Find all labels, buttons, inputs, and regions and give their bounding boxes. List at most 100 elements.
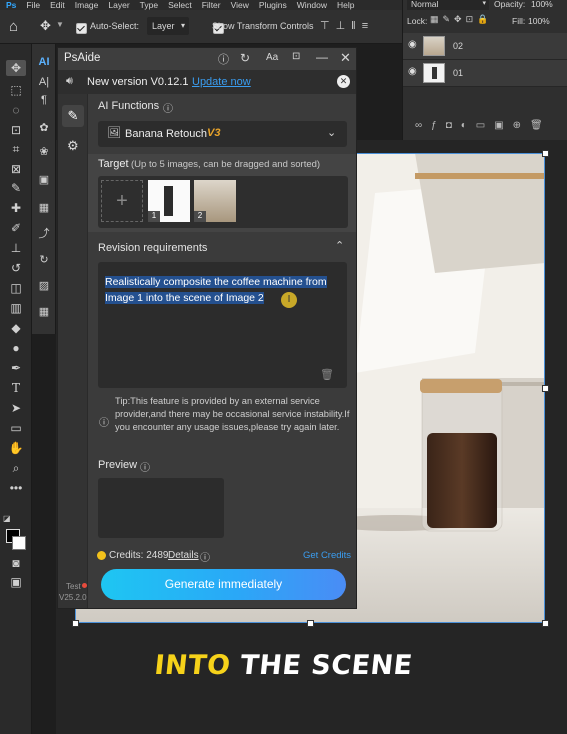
align-icons[interactable]: ⊤⊥‖≡ — [320, 19, 374, 32]
show-transform-label: Show Transform Controls — [212, 21, 314, 31]
tool-preset-chevron-icon[interactable]: ▼ — [56, 20, 64, 29]
move-tool-icon[interactable]: ✥ — [40, 18, 51, 34]
fill-value[interactable]: 100% — [528, 16, 550, 26]
target-image-thumbnail[interactable]: 2 — [194, 180, 236, 222]
target-image-thumbnail[interactable]: 1 — [148, 180, 190, 222]
layer-thumbnail — [423, 36, 445, 56]
layer-name: 01 — [453, 68, 464, 78]
minimize-icon[interactable]: — — [316, 50, 328, 64]
history-brush-icon[interactable]: ↺ — [6, 260, 26, 276]
lasso-tool-icon[interactable]: ◌ — [6, 102, 26, 118]
collapse-chevron-icon[interactable]: ⌃ — [335, 239, 344, 252]
paragraph-panel-icon[interactable]: ¶ — [35, 92, 53, 108]
blur-tool-icon[interactable]: ◆ — [6, 320, 26, 336]
healing-brush-icon[interactable]: ✚ — [6, 200, 26, 216]
adjustments-icon[interactable]: ✿ — [35, 120, 53, 136]
paths-icon[interactable]: ⤴ — [35, 226, 53, 242]
menu-filter[interactable]: Filter — [202, 0, 221, 10]
menu-select[interactable]: Select — [168, 0, 192, 10]
revision-textarea[interactable]: Realistically composite the coffee machi… — [98, 262, 347, 388]
swatches-icon[interactable]: ▦ — [35, 200, 53, 216]
opacity-value[interactable]: 100% — [531, 0, 553, 9]
layer-row[interactable]: ◉ 01 — [403, 60, 567, 87]
frame-tool-icon[interactable]: ⊠ — [6, 161, 26, 177]
transform-handle[interactable] — [72, 620, 79, 627]
revision-text[interactable]: Realistically composite the coffee machi… — [105, 274, 343, 306]
eraser-tool-icon[interactable]: ◫ — [6, 280, 26, 296]
rectangle-tool-icon[interactable]: ▭ — [6, 420, 26, 436]
visibility-eye-icon[interactable]: ◉ — [408, 39, 417, 50]
clone-stamp-icon[interactable]: ⊥ — [6, 240, 26, 256]
close-icon[interactable]: ✕ — [340, 50, 351, 66]
menu-image[interactable]: Image — [75, 0, 99, 10]
add-image-button[interactable]: + — [101, 180, 143, 222]
pen-tool-icon[interactable]: ✒ — [6, 360, 26, 376]
info-icon[interactable]: ⓘ — [140, 459, 150, 474]
refresh-icon[interactable]: ↻ — [240, 51, 250, 65]
properties-icon[interactable]: ▣ — [35, 172, 53, 188]
zoom-tool-icon[interactable]: ⌕ — [6, 460, 26, 476]
background-color-swatch[interactable] — [12, 536, 26, 550]
target-images-area[interactable]: + 1 2 — [98, 176, 348, 228]
layers-footer-icons[interactable]: ∞ƒ◘◐▭▣⊕🗑 — [415, 120, 552, 131]
color-panel-icon[interactable]: ❀ — [35, 144, 53, 160]
default-colors-icon[interactable]: ◪ — [3, 514, 11, 523]
character-panel-icon[interactable]: A| — [35, 74, 53, 90]
transform-handle[interactable] — [542, 150, 549, 157]
dodge-tool-icon[interactable]: ● — [6, 340, 26, 356]
transform-handle[interactable] — [307, 620, 314, 627]
settings-gear-icon[interactable]: ⚙ — [67, 138, 79, 154]
transform-handle[interactable] — [542, 385, 549, 392]
auto-select-checkbox[interactable] — [76, 22, 87, 34]
path-select-icon[interactable]: ➤ — [6, 400, 26, 416]
generate-button[interactable]: Generate immediately — [101, 569, 346, 600]
info-icon[interactable]: ⓘ — [218, 51, 229, 67]
history-icon[interactable]: ↻ — [35, 252, 53, 268]
function-select[interactable]: 🖼︎ Banana Retouch V3 ⌄ — [98, 121, 347, 147]
gradient-tool-icon[interactable]: ▥ — [6, 300, 26, 316]
get-credits-link[interactable]: Get Credits — [303, 550, 351, 561]
transform-handle[interactable] — [542, 620, 549, 627]
trash-icon[interactable]: 🗑︎ — [320, 368, 334, 381]
plugin-title-bar[interactable]: PsAide ⓘ ↻ Aa ⊡ — ✕ — [58, 48, 356, 71]
expand-icon[interactable]: ⊡ — [292, 51, 300, 62]
menu-file[interactable]: File — [26, 0, 40, 10]
info-icon[interactable]: ⓘ — [200, 549, 210, 564]
visibility-eye-icon[interactable]: ◉ — [408, 66, 417, 77]
move-tool-icon[interactable]: ✥ — [6, 60, 26, 76]
image-panel-icon[interactable]: ▨ — [35, 278, 53, 294]
menu-type[interactable]: Type — [140, 0, 158, 10]
screen-mode-icon[interactable]: ▣ — [6, 574, 26, 590]
grid-panel-icon[interactable]: ▦ — [35, 304, 53, 320]
marquee-tool-icon[interactable]: ⬚ — [6, 82, 26, 98]
menu-plugins[interactable]: Plugins — [259, 0, 287, 10]
menu-window[interactable]: Window — [297, 0, 327, 10]
more-tools-icon[interactable]: ••• — [6, 480, 26, 496]
font-size-button[interactable]: Aa — [266, 52, 278, 63]
menu-help[interactable]: Help — [337, 0, 354, 10]
crop-tool-icon[interactable]: ⌗ — [6, 141, 26, 157]
object-select-tool-icon[interactable]: ⊡ — [6, 122, 26, 138]
layer-name: 02 — [453, 41, 464, 51]
brush-tool-icon[interactable]: ✐ — [6, 220, 26, 236]
home-icon[interactable]: ⌂ — [9, 18, 18, 35]
details-link[interactable]: Details — [168, 550, 199, 561]
type-tool-icon[interactable]: T — [6, 380, 26, 396]
auto-select-dropdown[interactable]: Layer ▾ — [147, 17, 189, 35]
close-banner-icon[interactable]: ✕ — [337, 75, 350, 88]
ai-plugin-icon[interactable]: AI — [35, 54, 53, 70]
menu-edit[interactable]: Edit — [50, 0, 65, 10]
layer-row[interactable]: ◉ 02 — [403, 33, 567, 60]
quick-mask-icon[interactable]: ◙ — [6, 555, 26, 571]
menu-layer[interactable]: Layer — [108, 0, 129, 10]
menu-view[interactable]: View — [231, 0, 249, 10]
info-icon[interactable]: ⓘ — [163, 100, 173, 115]
blend-mode-dropdown[interactable]: Normal ▾ — [407, 0, 489, 10]
lock-icons[interactable]: ▦✎✥⊡🔒 — [430, 14, 492, 25]
hand-tool-icon[interactable]: ✋ — [6, 440, 26, 456]
edit-tab-icon[interactable]: ✎ — [62, 105, 84, 127]
ps-logo-icon[interactable]: Ps — [6, 0, 16, 10]
update-now-link[interactable]: Update now — [192, 76, 251, 88]
eyedropper-tool-icon[interactable]: ✎ — [6, 180, 26, 196]
options-bar: ⌂ ✥ ▼ Auto-Select: Layer ▾ Show Transfor… — [0, 10, 402, 44]
